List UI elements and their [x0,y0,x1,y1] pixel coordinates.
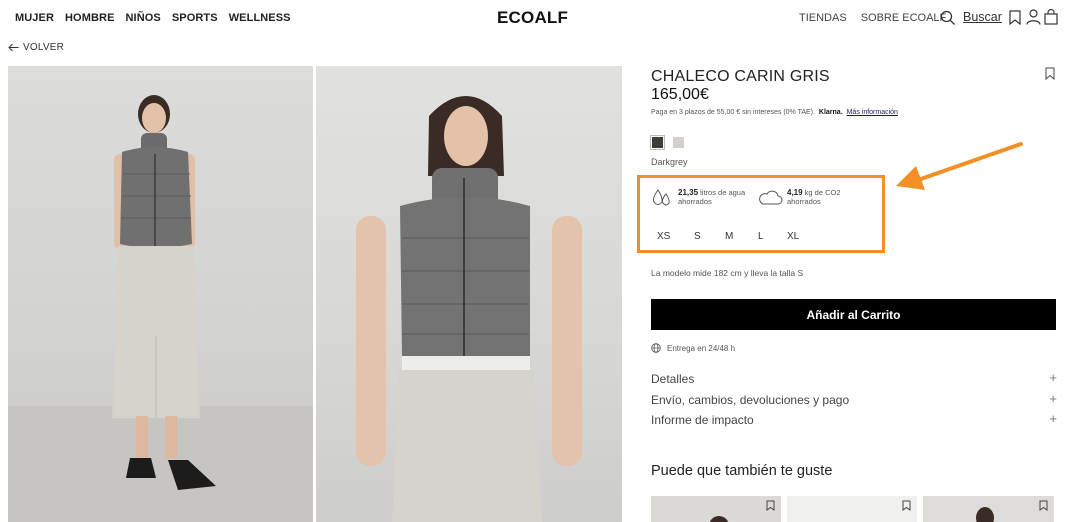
color-swatch-darkgrey[interactable] [650,135,665,150]
back-label: VOLVER [23,42,65,53]
plus-icon: + [1049,391,1057,406]
plus-icon: + [1049,370,1057,385]
model-closeup-illustration [356,96,582,522]
back-link[interactable]: VOLVER [8,42,64,53]
wishlist-icon[interactable] [902,500,911,511]
size-s[interactable]: S [694,231,701,242]
product-title: CHALECO CARIN GRIS [651,68,830,85]
co2-saved-value: 4,19 [787,188,803,197]
water-saved-value: 21,35 [678,188,699,197]
accordion-envio[interactable]: Envío, cambios, devoluciones y pago + [651,391,1057,409]
nav-hombre[interactable]: HOMBRE [65,12,115,24]
accordion-envio-label: Envío, cambios, devoluciones y pago [651,393,850,407]
size-l[interactable]: L [758,231,764,242]
arrow-left-icon [8,43,19,52]
recommended-product-image [709,516,729,522]
accordion-impacto-label: Informe de impacto [651,413,754,427]
size-xs[interactable]: XS [657,231,670,242]
color-swatch-light[interactable] [673,137,684,148]
add-to-cart-button[interactable]: Añadir al Carrito [651,299,1056,330]
size-m[interactable]: M [725,231,733,242]
klarna-brand: Klarna. [818,109,843,116]
delivery-text: Entrega en 24/48 h [667,343,736,353]
recommended-product-card[interactable] [923,496,1054,522]
annotation-arrow-icon [896,142,1023,190]
user-icon[interactable] [1026,9,1041,25]
water-saved: 21,35 litros de agua ahorrados [678,188,748,206]
wishlist-icon[interactable] [766,500,775,511]
site-header: MUJER HOMBRE NIÑOS SPORTS WELLNESS ECOAL… [0,0,1070,36]
accordion-detalles-label: Detalles [651,372,695,386]
size-selector: XS S M L XL [657,231,817,243]
model-size-note: La modelo mide 182 cm y lleva la talla S [651,268,804,278]
recommendations-title: Puede que también te guste [651,463,833,479]
wishlist-icon[interactable] [1009,10,1021,25]
model-illustration [8,95,313,522]
plus-icon: + [1049,411,1057,426]
main-nav: MUJER HOMBRE NIÑOS SPORTS WELLNESS [15,12,291,24]
secondary-nav: TIENDAS SOBRE ECOALF [799,12,946,24]
bag-icon[interactable] [1044,9,1058,25]
nav-sports[interactable]: SPORTS [172,12,218,24]
accordion-detalles[interactable]: Detalles + [651,370,1057,388]
cloud-icon [759,190,783,205]
delivery-info: Entrega en 24/48 h [651,343,735,353]
site-logo[interactable]: ECOALF [497,8,568,28]
klarna-installments: Paga en 3 plazos de 55,00 € sin interese… [651,109,898,116]
search-link[interactable]: Buscar [963,10,1002,24]
size-xl[interactable]: XL [787,231,799,242]
recommended-product-card[interactable] [787,496,917,522]
klarna-text: Paga en 3 plazos de 55,00 € sin interese… [651,109,815,116]
selected-color-name: Darkgrey [651,157,688,167]
product-price: 165,00€ [651,86,709,103]
nav-sobre-ecoalf[interactable]: SOBRE ECOALF [861,12,947,24]
nav-ninos[interactable]: NIÑOS [126,12,161,24]
nav-mujer[interactable]: MUJER [15,12,54,24]
water-drops-icon [653,189,670,206]
search-icon[interactable] [940,10,956,26]
globe-icon [651,343,661,353]
recommended-product-card[interactable] [651,496,781,522]
accordion-impacto[interactable]: Informe de impacto + [651,411,1057,429]
product-image-closeup[interactable] [316,66,622,522]
nav-wellness[interactable]: WELLNESS [229,12,291,24]
klarna-more-info-link[interactable]: Más información [847,109,898,116]
recommended-product-image [976,507,994,522]
nav-tiendas[interactable]: TIENDAS [799,12,847,24]
wishlist-product-icon[interactable] [1045,67,1055,80]
product-image-full-body[interactable] [8,66,313,522]
co2-saved: 4,19 kg de CO2 ahorrados [787,188,857,206]
wishlist-icon[interactable] [1039,500,1048,511]
